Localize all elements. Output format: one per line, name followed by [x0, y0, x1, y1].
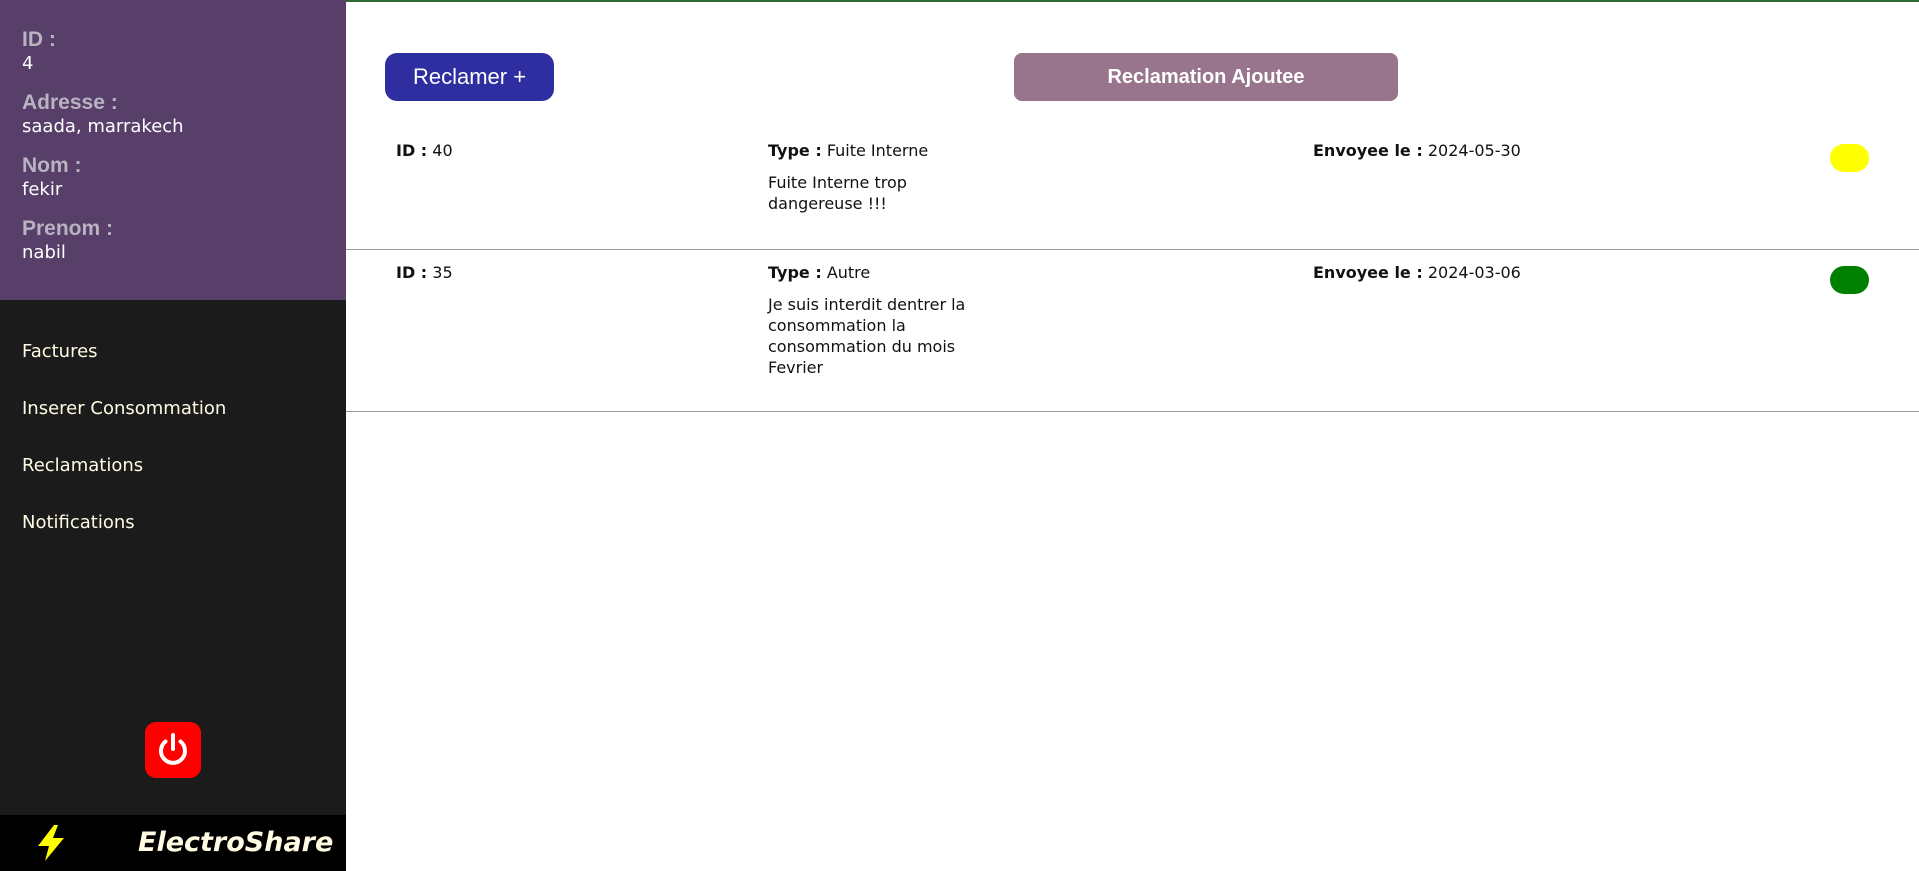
profile-address: Adresse : saada, marrakech — [22, 91, 324, 138]
reclamation-id: ID : 40 — [396, 140, 453, 161]
reclamation-type: Type : Fuite Interne — [768, 140, 928, 161]
profile-prenom-value: nabil — [22, 242, 66, 263]
reclamer-button[interactable]: Reclamer + — [385, 53, 554, 101]
status-indicator — [1830, 266, 1869, 294]
profile-nom-label: Nom : — [22, 154, 82, 177]
profile-nom: Nom : fekir — [22, 154, 324, 201]
sidebar-item-reclamations[interactable]: Reclamations — [22, 450, 226, 507]
profile-id-label: ID : — [22, 28, 56, 51]
id-label: ID : — [396, 263, 428, 282]
date-value: 2024-03-06 — [1427, 263, 1521, 282]
profile-address-label: Adresse : — [22, 91, 118, 114]
type-value: Autre — [826, 263, 871, 282]
profile-panel: ID : 4 Adresse : saada, marrakech Nom : … — [0, 0, 346, 300]
id-value: 35 — [432, 263, 453, 282]
reclamation-date: Envoyee le : 2024-03-06 — [1313, 262, 1521, 283]
lightning-bolt-icon — [38, 825, 64, 861]
profile-id-value: 4 — [22, 53, 34, 74]
sidebar-item-notifications[interactable]: Notifications — [22, 507, 226, 564]
profile-id: ID : 4 — [22, 28, 324, 75]
date-label: Envoyee le : — [1313, 263, 1423, 282]
profile-nom-value: fekir — [22, 179, 63, 200]
profile-prenom: Prenom : nabil — [22, 217, 324, 264]
app-root: ID : 4 Adresse : saada, marrakech Nom : … — [0, 0, 1919, 871]
power-icon — [159, 733, 187, 765]
success-banner-text: Reclamation Ajoutee — [1107, 65, 1305, 88]
sidebar: ID : 4 Adresse : saada, marrakech Nom : … — [0, 0, 346, 871]
top-border — [346, 0, 1919, 2]
type-label: Type : — [768, 141, 822, 160]
profile-prenom-label: Prenom : — [22, 217, 114, 240]
reclamation-description: Je suis interdit dentrer la consommation… — [768, 295, 966, 377]
profile-address-value: saada, marrakech — [22, 116, 184, 137]
reclamation-date: Envoyee le : 2024-05-30 — [1313, 140, 1521, 161]
list-item: ID : 35 Type : Autre Je suis interdit de… — [346, 250, 1919, 412]
id-label: ID : — [396, 141, 428, 160]
date-value: 2024-05-30 — [1427, 141, 1521, 160]
sidebar-item-inserer-consommation[interactable]: Inserer Consommation — [22, 393, 226, 450]
reclamation-type: Type : Autre — [768, 262, 870, 283]
id-value: 40 — [432, 141, 453, 160]
type-label: Type : — [768, 263, 822, 282]
list-item: ID : 40 Type : Fuite Interne Fuite Inter… — [346, 128, 1919, 250]
reclamation-description: Fuite Interne trop dangereuse !!! — [768, 173, 907, 213]
brand-name: ElectroShare — [138, 827, 334, 858]
sidebar-nav: Factures Inserer Consommation Reclamatio… — [22, 336, 226, 564]
logout-button[interactable] — [145, 722, 201, 778]
success-banner: Reclamation Ajoutee — [1014, 53, 1398, 101]
status-indicator — [1830, 144, 1869, 172]
date-label: Envoyee le : — [1313, 141, 1423, 160]
type-value: Fuite Interne — [826, 141, 929, 160]
reclamation-id: ID : 35 — [396, 262, 453, 283]
brand-bar: ElectroShare — [0, 815, 346, 871]
sidebar-item-factures[interactable]: Factures — [22, 336, 226, 393]
